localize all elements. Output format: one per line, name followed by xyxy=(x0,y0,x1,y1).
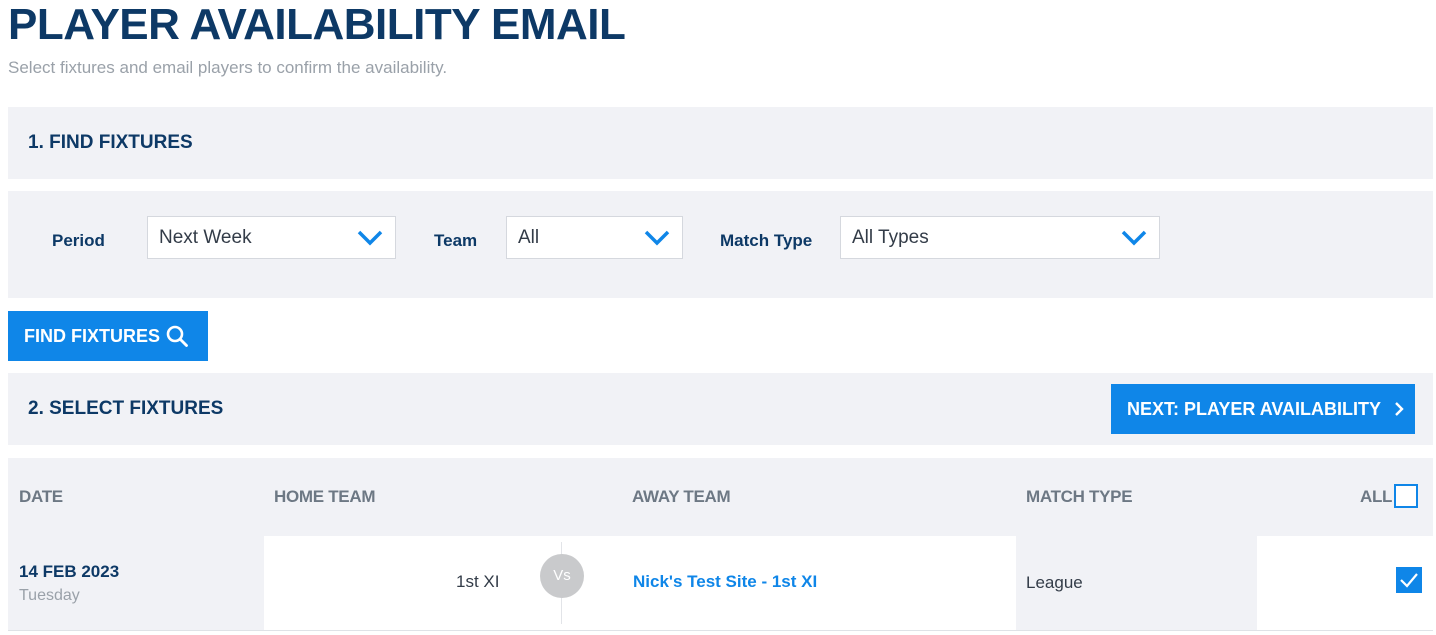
column-header-away-team: AWAY TEAM xyxy=(632,487,731,506)
chevron-down-icon xyxy=(1121,230,1147,246)
page-subtitle: Select fixtures and email players to con… xyxy=(8,58,448,77)
find-fixtures-header: 1. FIND FIXTURES xyxy=(8,107,1433,179)
next-button-label: NEXT: PLAYER AVAILABILITY xyxy=(1127,399,1382,419)
away-team-link[interactable]: Nick's Test Site - 1st XI xyxy=(633,572,817,592)
chevron-down-icon xyxy=(644,230,670,246)
find-fixtures-label: FIND FIXTURES xyxy=(24,326,161,346)
date-cell: 14 FEB 2023 Tuesday xyxy=(8,536,264,630)
period-value: Next Week xyxy=(159,227,252,248)
chevron-down-icon xyxy=(357,230,383,246)
search-icon xyxy=(166,325,188,347)
page-title: PLAYER AVAILABILITY EMAIL xyxy=(8,0,626,49)
period-label: Period xyxy=(52,231,105,250)
column-header-date: DATE xyxy=(19,487,63,506)
row-checkbox[interactable] xyxy=(1396,567,1422,593)
checkmark-icon xyxy=(1400,573,1418,588)
find-fixtures-button[interactable]: FIND FIXTURES xyxy=(8,311,208,361)
column-header-all: ALL xyxy=(1360,487,1393,506)
fixture-day: Tuesday xyxy=(19,587,80,604)
next-player-availability-button[interactable]: NEXT: PLAYER AVAILABILITY xyxy=(1111,384,1415,434)
fixture-date: 14 FEB 2023 xyxy=(19,562,120,581)
column-header-match-type: MATCH TYPE xyxy=(1026,487,1133,506)
column-header-home-team: HOME TEAM xyxy=(274,487,376,506)
section-title-select: 2. SELECT FIXTURES xyxy=(28,398,224,419)
period-select[interactable]: Next Week xyxy=(147,216,396,259)
vs-badge: Vs xyxy=(540,554,584,598)
chevron-right-icon xyxy=(1395,402,1404,416)
select-cell xyxy=(1257,536,1433,630)
match-type-label: Match Type xyxy=(720,231,813,250)
match-type-value: League xyxy=(1026,573,1083,592)
team-value: All xyxy=(518,227,540,248)
fixtures-table-header: DATE HOME TEAM AWAY TEAM MATCH TYPE ALL xyxy=(8,458,1433,536)
home-team: 1st XI xyxy=(456,572,500,591)
select-all-checkbox[interactable] xyxy=(1394,484,1418,508)
team-label: Team xyxy=(434,231,478,250)
match-type-value: All Types xyxy=(852,227,929,248)
section-title-find: 1. FIND FIXTURES xyxy=(28,132,193,153)
table-row: 14 FEB 2023 Tuesday 1st XI Vs Nick's Tes… xyxy=(8,536,1433,631)
match-type-select[interactable]: All Types xyxy=(840,216,1160,259)
filters-panel: Period Next Week Team All Match Type All… xyxy=(8,191,1433,298)
match-type-cell: League xyxy=(1016,536,1257,630)
team-select[interactable]: All xyxy=(506,216,683,259)
